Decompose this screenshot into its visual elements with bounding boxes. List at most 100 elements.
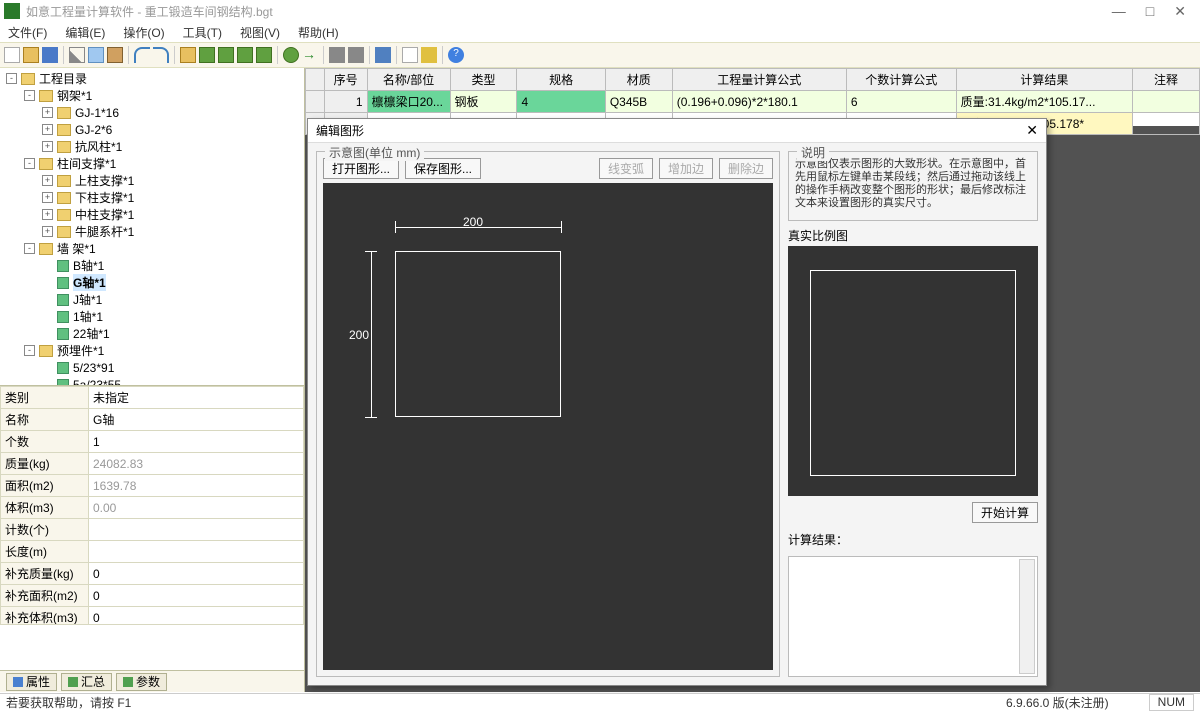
close-button[interactable]: ✕ [1174,3,1186,20]
prop-value[interactable]: 0 [89,585,304,607]
maximize-button[interactable]: □ [1146,3,1154,20]
menu-tool[interactable]: 工具(T) [179,22,226,42]
tree-toggle[interactable]: - [24,90,35,101]
prop-value[interactable]: 0 [89,607,304,625]
tool-icon[interactable] [218,47,234,63]
tree-item[interactable]: +GJ-1*16 [2,104,302,121]
prop-row[interactable]: 体积(m3)0.00 [1,497,304,519]
add-edge-button[interactable]: 增加边 [659,158,713,179]
menu-help[interactable]: 帮助(H) [294,22,343,42]
tree-toggle[interactable]: + [42,124,53,135]
cell-material[interactable]: Q345B [605,91,672,113]
prop-value[interactable]: 0 [89,563,304,585]
help-icon[interactable]: ? [448,47,464,63]
result-box[interactable] [788,556,1038,677]
tree-item[interactable]: +GJ-2*6 [2,121,302,138]
tree-item[interactable]: +牛腿系杆*1 [2,223,302,240]
tab-properties[interactable]: 属性 [6,673,57,691]
cell-spec[interactable]: 4 [517,91,605,113]
tree-item[interactable]: 1轴*1 [2,308,302,325]
dim-height[interactable]: 200 [349,328,369,342]
cell-count-formula[interactable]: 6 [846,91,956,113]
prop-row[interactable]: 名称G轴 [1,409,304,431]
prop-row[interactable]: 质量(kg)24082.83 [1,453,304,475]
menu-file[interactable]: 文件(F) [4,22,51,42]
prop-value[interactable] [89,541,304,563]
prop-value[interactable]: 24082.83 [89,453,304,475]
refresh-icon[interactable] [421,47,437,63]
tree-item[interactable]: J轴*1 [2,291,302,308]
prop-row[interactable]: 补充面积(m2)0 [1,585,304,607]
tree-toggle[interactable]: + [42,226,53,237]
tree-item[interactable]: B轴*1 [2,257,302,274]
col-note[interactable]: 注释 [1133,69,1200,91]
lock-icon[interactable] [329,47,345,63]
tab-params[interactable]: 参数 [116,673,167,691]
col-count-formula[interactable]: 个数计算公式 [846,69,956,91]
tree-toggle[interactable]: + [42,209,53,220]
tree-item[interactable]: -墙 架*1 [2,240,302,257]
prop-value[interactable]: 1639.78 [89,475,304,497]
tree-toggle[interactable]: - [24,243,35,254]
tree-item[interactable]: -预埋件*1 [2,342,302,359]
sketch-canvas[interactable]: 200 200 [323,183,773,670]
cell-note[interactable] [1133,91,1200,113]
paste-icon[interactable] [107,47,123,63]
menu-operate[interactable]: 操作(O) [119,22,168,42]
prop-row[interactable]: 长度(m) [1,541,304,563]
prop-value[interactable]: G轴 [89,409,304,431]
prop-value[interactable]: 1 [89,431,304,453]
prop-row[interactable]: 类别未指定 [1,387,304,409]
menu-view[interactable]: 视图(V) [236,22,284,42]
prop-value[interactable]: 0.00 [89,497,304,519]
tree-toggle[interactable]: + [42,175,53,186]
col-name[interactable]: 名称/部位 [367,69,450,91]
tree-item[interactable]: 22轴*1 [2,325,302,342]
tree-item[interactable]: -工程目录 [2,70,302,87]
col-type[interactable]: 类型 [450,69,517,91]
prop-row[interactable]: 补充体积(m3)0 [1,607,304,625]
tree-toggle[interactable]: - [6,73,17,84]
col-spec[interactable]: 规格 [517,69,605,91]
dim-width[interactable]: 200 [463,215,483,229]
tab-summary[interactable]: 汇总 [61,673,112,691]
col-index[interactable]: 序号 [324,69,367,91]
tool-icon[interactable] [348,47,364,63]
tree-item[interactable]: G轴*1 [2,274,302,291]
dialog-close-button[interactable]: ✕ [1026,122,1038,139]
window-icon[interactable] [375,47,391,63]
copy-icon[interactable] [88,47,104,63]
doc-icon[interactable] [402,47,418,63]
open-icon[interactable] [23,47,39,63]
redo-icon[interactable] [153,47,169,63]
line-arc-button[interactable]: 线变弧 [599,158,653,179]
prop-row[interactable]: 个数1 [1,431,304,453]
folder-icon[interactable] [180,47,196,63]
tree-item[interactable]: +下柱支撑*1 [2,189,302,206]
minimize-button[interactable]: — [1112,3,1126,20]
cell-result[interactable]: 质量:31.4kg/m2*105.17... [956,91,1132,113]
tool-icon[interactable] [199,47,215,63]
prop-value[interactable] [89,519,304,541]
col-material[interactable]: 材质 [605,69,672,91]
tree-item[interactable]: 5a/23*55 [2,376,302,386]
scrollbar[interactable] [1019,559,1035,674]
prop-value[interactable]: 未指定 [89,387,304,409]
tree-item[interactable]: -柱间支撑*1 [2,155,302,172]
save-shape-button[interactable]: 保存图形... [405,158,481,179]
shape-rect[interactable] [395,251,561,417]
col-result[interactable]: 计算结果 [956,69,1132,91]
cell-name[interactable]: 檩檩梁口20... [367,91,450,113]
project-tree[interactable]: -工程目录-钢架*1+GJ-1*16+GJ-2*6+抗风柱*1-柱间支撑*1+上… [0,68,304,386]
arrow-right-icon[interactable]: → [302,47,318,63]
cell-qty-formula[interactable]: (0.196+0.096)*2*180.1 [672,91,846,113]
scale-canvas[interactable] [788,246,1038,496]
save-icon[interactable] [42,47,58,63]
tree-toggle[interactable]: + [42,192,53,203]
prop-row[interactable]: 计数(个) [1,519,304,541]
cell-type[interactable]: 钢板 [450,91,517,113]
tree-item[interactable]: -钢架*1 [2,87,302,104]
tree-toggle[interactable]: + [42,107,53,118]
property-grid[interactable]: 类别未指定名称G轴个数1质量(kg)24082.83面积(m2)1639.78体… [0,386,304,624]
start-calc-button[interactable]: 开始计算 [972,502,1038,523]
